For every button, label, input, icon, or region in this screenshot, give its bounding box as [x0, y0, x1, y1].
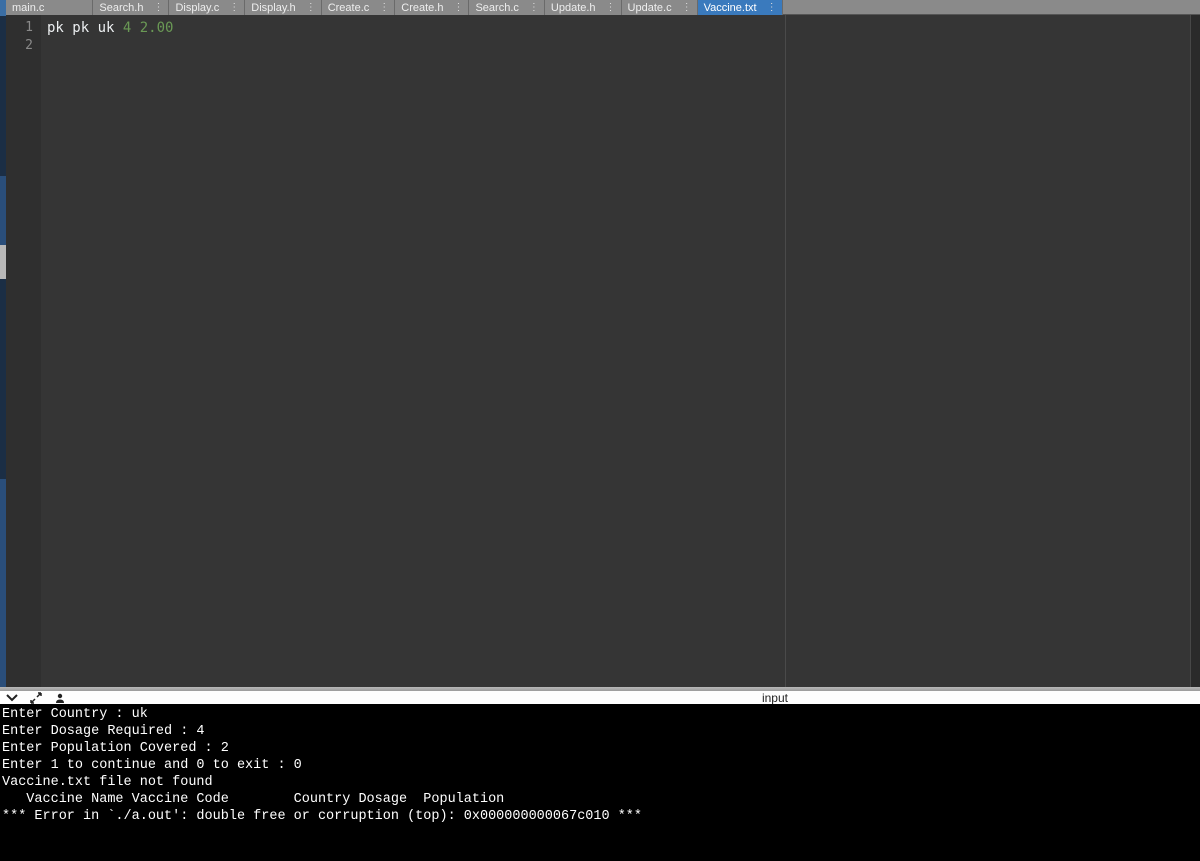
tab-create-h[interactable]: Create.h	[395, 0, 469, 15]
chevron-down-icon[interactable]	[6, 692, 18, 704]
more-icon[interactable]	[306, 3, 315, 13]
tab-label: Vaccine.txt	[704, 2, 757, 14]
console-line: Enter Country : uk	[2, 706, 1200, 723]
console-line: Vaccine.txt file not found	[2, 774, 1200, 791]
tab-update-h[interactable]: Update.h	[545, 0, 622, 15]
more-icon[interactable]	[606, 3, 615, 13]
person-icon[interactable]	[54, 692, 66, 704]
tab-update-c[interactable]: Update.c	[622, 0, 698, 15]
tab-create-c[interactable]: Create.c	[322, 0, 396, 15]
expand-icon[interactable]	[30, 692, 42, 704]
console-output[interactable]: Enter Country : ukEnter Dosage Required …	[0, 704, 1200, 861]
console-line: *** Error in `./a.out': double free or c…	[2, 808, 1200, 825]
console-line: Enter Dosage Required : 4	[2, 723, 1200, 740]
tab-label: Update.c	[628, 2, 672, 14]
console-line: Enter Population Covered : 2	[2, 740, 1200, 757]
tab-label: Search.h	[99, 2, 143, 14]
more-icon[interactable]	[453, 3, 462, 13]
tab-label: Create.h	[401, 2, 443, 14]
tab-label: Update.h	[551, 2, 596, 14]
tab-display-h[interactable]: Display.h	[245, 0, 321, 15]
tab-vaccine-txt[interactable]: Vaccine.txt	[698, 0, 783, 15]
console-line: Vaccine Name Vaccine Code Country Dosage…	[2, 791, 1200, 808]
tab-label: Display.h	[251, 2, 295, 14]
input-label: input	[762, 691, 788, 705]
more-icon[interactable]	[767, 3, 776, 13]
tab-label: Display.c	[175, 2, 219, 14]
tab-display-c[interactable]: Display.c	[169, 0, 245, 15]
more-icon[interactable]	[229, 3, 238, 13]
code-line-2	[47, 37, 1194, 55]
tab-label: main.c	[12, 2, 44, 14]
more-icon[interactable]	[153, 3, 162, 13]
tab-label: Create.c	[328, 2, 370, 14]
more-icon[interactable]	[379, 3, 388, 13]
console-toolbar: input	[0, 687, 1200, 704]
tab-search-c[interactable]: Search.c	[469, 0, 544, 15]
more-icon[interactable]	[682, 3, 691, 13]
console-line: Enter 1 to continue and 0 to exit : 0	[2, 757, 1200, 774]
tab-bar: main.c Search.h Display.c Display.h Crea…	[6, 0, 1200, 15]
line-number-gutter: 1 2	[6, 15, 41, 692]
code-line-1: pk pk uk 4 2.00	[47, 19, 1194, 37]
more-icon[interactable]	[529, 3, 538, 13]
line-number: 2	[6, 37, 33, 55]
tab-main-c[interactable]: main.c	[6, 0, 93, 15]
column-guide	[785, 15, 786, 692]
tab-label: Search.c	[475, 2, 518, 14]
code-content[interactable]: pk pk uk 4 2.00	[41, 15, 1200, 692]
line-number: 1	[6, 19, 33, 37]
tab-search-h[interactable]: Search.h	[93, 0, 169, 15]
editor-area[interactable]: 1 2 pk pk uk 4 2.00	[6, 15, 1200, 692]
